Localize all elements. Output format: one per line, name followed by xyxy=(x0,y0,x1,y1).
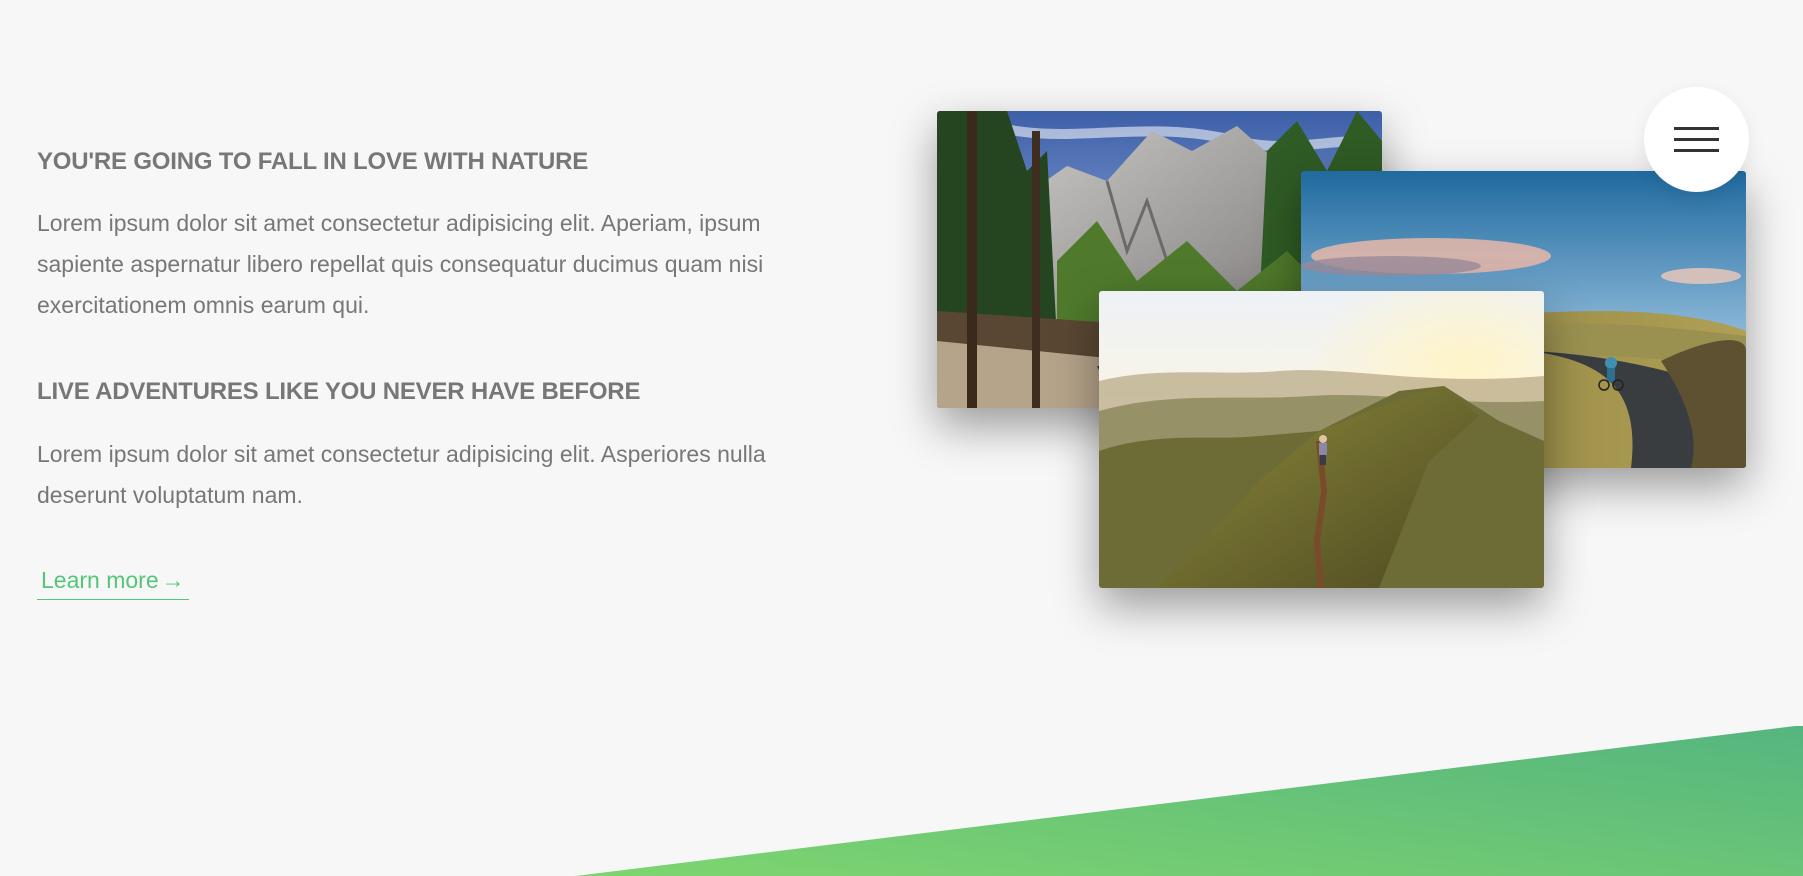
page: YOU'RE GOING TO FALL IN LOVE WITH NATURE… xyxy=(0,0,1803,876)
section-paragraph-adventures: Lorem ipsum dolor sit amet consectetur a… xyxy=(37,441,766,508)
section-heading-adventures: LIVE ADVENTURES LIKE YOU NEVER HAVE BEFO… xyxy=(37,378,641,405)
hamburger-menu-icon xyxy=(1674,127,1719,130)
learn-more-label: Learn more xyxy=(41,567,159,593)
section-heading-nature: YOU'RE GOING TO FALL IN LOVE WITH NATURE xyxy=(37,148,589,175)
mountain-hiker-photo[interactable] xyxy=(1099,291,1544,588)
learn-more-link[interactable]: Learn more → xyxy=(37,564,189,600)
mountain-hiker-image xyxy=(1099,291,1544,588)
section-paragraph-nature: Lorem ipsum dolor sit amet consectetur a… xyxy=(37,210,764,318)
menu-button[interactable] xyxy=(1644,87,1749,192)
hamburger-menu-icon-line xyxy=(1674,138,1719,141)
arrow-right-icon: → xyxy=(161,567,185,593)
hamburger-menu-icon-line xyxy=(1674,149,1719,152)
